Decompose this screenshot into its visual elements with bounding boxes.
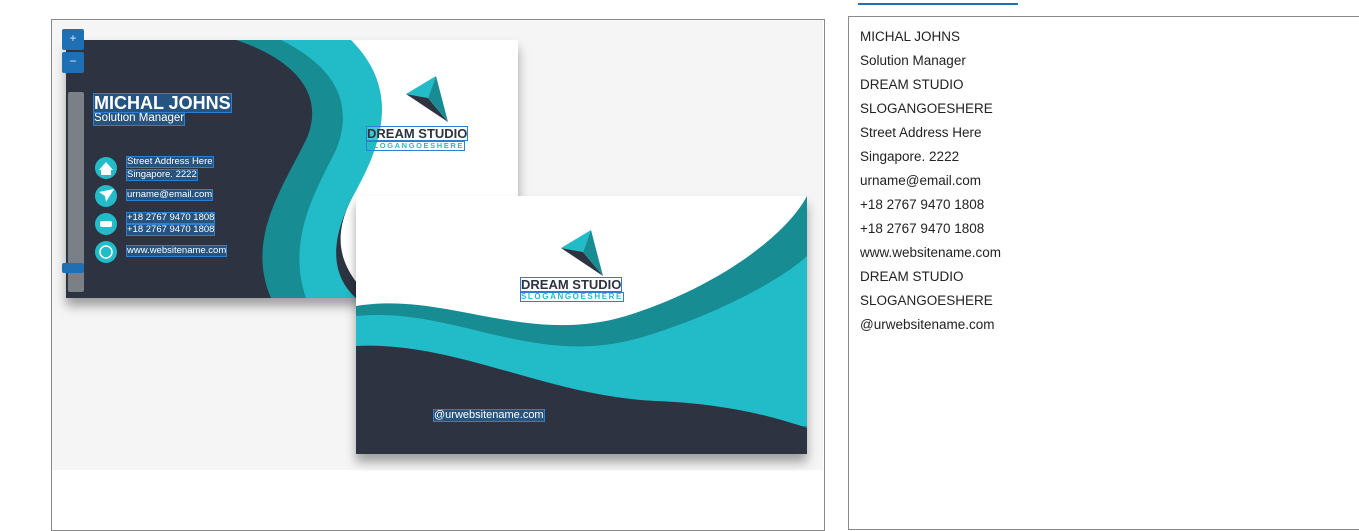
card-address-line1: Street Address Here (126, 156, 214, 168)
extracted-text-line: Solution Manager (860, 53, 966, 68)
active-tab-indicator (858, 3, 1018, 5)
phone-icon (100, 221, 112, 227)
front-logo-slogan: SLOGANGOESHERE (366, 141, 465, 151)
back-social-handle: @urwebsitename.com (433, 409, 545, 422)
back-logo-slogan: SLOGANGOESHERE (520, 292, 624, 302)
front-logo-name: DREAM STUDIO (365, 126, 469, 141)
extracted-text-line: +18 2767 9470 1808 (860, 221, 985, 236)
extracted-text-line: DREAM STUDIO (860, 77, 964, 92)
extracted-text-line: www.websitename.com (860, 245, 1002, 260)
extracted-text-line: +18 2767 9470 1808 (860, 197, 985, 212)
business-card-back: DREAM STUDIO SLOGANGOESHERE @urwebsitena… (356, 196, 807, 454)
zoom-slider-handle[interactable] (62, 263, 84, 273)
zoom-in-button[interactable]: + (62, 29, 84, 50)
card-address-line2: Singapore. 2222 (126, 169, 198, 181)
image-canvas: MICHAL JOHNS Solution Manager Street Add… (52, 20, 823, 470)
extracted-text-line: Street Address Here (860, 125, 982, 140)
extracted-text-line: urname@email.com (860, 173, 981, 188)
extracted-text-line: MICHAL JOHNS (860, 29, 961, 44)
card-back-artwork (356, 196, 807, 454)
extracted-text-line: DREAM STUDIO (860, 269, 964, 284)
extracted-text-panel: MICHAL JOHNS Solution Manager DREAM STUDIO… (848, 16, 1359, 530)
card-phone1: +18 2767 9470 1808 (125, 212, 216, 224)
zoom-slider-track[interactable] (68, 92, 84, 292)
extracted-text-line: @urwebsitename.com (860, 317, 995, 332)
zoom-out-button[interactable]: − (62, 52, 84, 73)
extracted-text-line: SLOGANGOESHERE (860, 293, 993, 308)
card-name: MICHAL JOHNS (93, 93, 232, 113)
card-job-title: Solution Manager (92, 112, 186, 126)
card-website: www.websitename.com (125, 245, 228, 257)
extracted-text-line: Singapore. 2222 (860, 149, 960, 164)
card-email: urname@email.com (125, 189, 214, 201)
image-viewer: MICHAL JOHNS Solution Manager Street Add… (51, 19, 825, 531)
back-logo-name: DREAM STUDIO (519, 277, 623, 292)
extracted-text-line: SLOGANGOESHERE (860, 101, 993, 116)
card-phone2: +18 2767 9470 1808 (125, 224, 216, 236)
